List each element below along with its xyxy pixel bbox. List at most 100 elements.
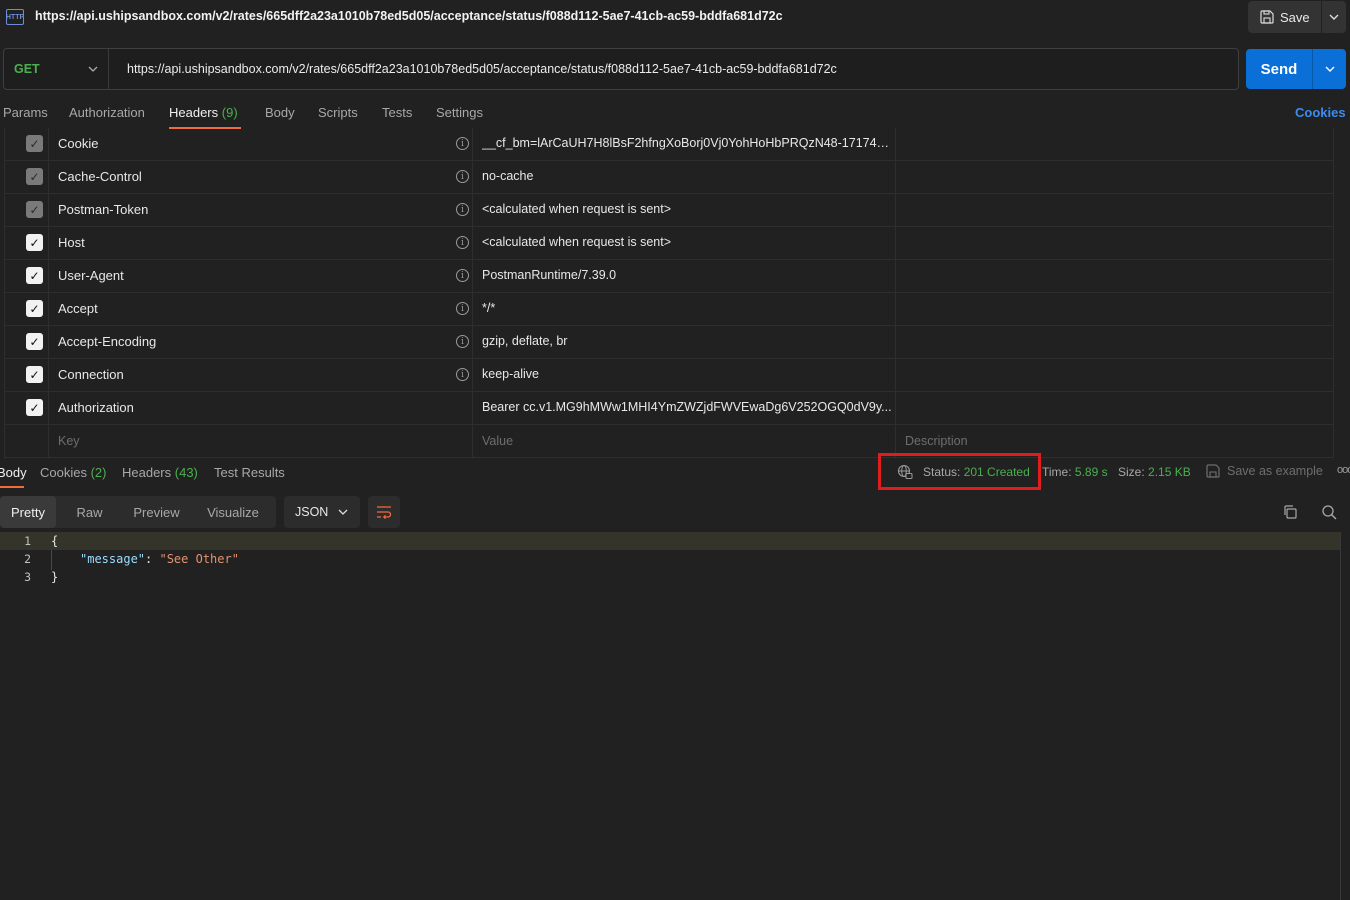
header-enabled-checkbox[interactable]: ✓ <box>26 168 43 185</box>
column-divider <box>4 425 5 457</box>
header-value[interactable]: <calculated when request is sent> <box>482 235 892 249</box>
new-header-row[interactable]: Key Value Description <box>4 425 1334 458</box>
header-row[interactable]: ✓ Connection i keep-alive <box>4 359 1334 392</box>
column-divider <box>48 194 49 226</box>
column-divider <box>1333 260 1334 292</box>
response-time[interactable]: Time: 5.89 s <box>1042 465 1108 479</box>
request-title[interactable]: https://api.ushipsandbox.com/v2/rates/66… <box>35 9 783 23</box>
resp-tab-body[interactable]: Body <box>0 465 27 480</box>
description-placeholder[interactable]: Description <box>905 434 968 448</box>
url-input[interactable] <box>109 62 1238 76</box>
editor-scrollbar[interactable] <box>1340 532 1341 900</box>
column-divider <box>48 392 49 424</box>
request-tabs: Params Authorization Headers (9) Body Sc… <box>0 98 1350 130</box>
time-value: 5.89 s <box>1074 465 1108 479</box>
header-row[interactable]: ✓ Cache-Control i no-cache <box>4 161 1334 194</box>
view-preview[interactable]: Preview <box>123 496 190 528</box>
header-enabled-checkbox[interactable]: ✓ <box>26 399 43 416</box>
header-key[interactable]: User-Agent <box>58 268 124 283</box>
header-value[interactable]: Bearer cc.v1.MG9hMWw1MHI4YmZWZjdFWVEwaDg… <box>482 400 892 414</box>
code-text: } <box>51 570 59 584</box>
header-row[interactable]: ✓ Accept-Encoding i gzip, deflate, br <box>4 326 1334 359</box>
tab-params[interactable]: Params <box>3 105 48 120</box>
status-indicator[interactable]: Status: 201 Created <box>878 453 1041 490</box>
tab-headers[interactable]: Headers (9) <box>169 105 238 120</box>
header-enabled-checkbox[interactable]: ✓ <box>26 267 43 284</box>
header-value[interactable]: no-cache <box>482 169 892 183</box>
header-row[interactable]: ✓ Accept i */* <box>4 293 1334 326</box>
search-icon[interactable] <box>1321 504 1337 520</box>
tab-body[interactable]: Body <box>265 105 295 120</box>
send-button[interactable]: Send <box>1246 49 1313 89</box>
save-as-example-button[interactable]: Save as example <box>1206 464 1323 478</box>
info-icon[interactable]: i <box>456 368 469 381</box>
resp-tab-cookies[interactable]: Cookies (2) <box>40 465 106 480</box>
save-button[interactable]: Save <box>1248 1 1322 33</box>
header-key[interactable]: Host <box>58 235 85 250</box>
tab-headers-label: Headers <box>169 105 219 120</box>
header-row[interactable]: ✓ Host i <calculated when request is sent> <box>4 227 1334 260</box>
view-visualize[interactable]: Visualize <box>190 496 276 528</box>
header-value[interactable]: keep-alive <box>482 367 892 381</box>
header-value[interactable]: <calculated when request is sent> <box>482 202 892 216</box>
info-icon[interactable]: i <box>456 335 469 348</box>
send-button-group: Send <box>1246 49 1346 89</box>
code-text: { <box>51 534 59 548</box>
globe-icon <box>897 464 913 479</box>
header-value[interactable]: */* <box>482 301 892 315</box>
header-row[interactable]: ✓ User-Agent i PostmanRuntime/7.39.0 <box>4 260 1334 293</box>
key-placeholder[interactable]: Key <box>58 434 80 448</box>
tab-tests[interactable]: Tests <box>382 105 412 120</box>
copy-icon[interactable] <box>1282 504 1298 520</box>
column-divider <box>1333 293 1334 325</box>
language-select[interactable]: JSON <box>284 496 360 528</box>
info-icon[interactable]: i <box>456 203 469 216</box>
header-value[interactable]: gzip, deflate, br <box>482 334 892 348</box>
header-key[interactable]: Accept-Encoding <box>58 334 156 349</box>
header-row[interactable]: ✓ Postman-Token i <calculated when request … <box>4 194 1334 227</box>
column-divider <box>1333 326 1334 358</box>
tab-authorization[interactable]: Authorization <box>69 105 145 120</box>
save-options-chevron-icon[interactable] <box>1322 1 1346 33</box>
header-key[interactable]: Accept <box>58 301 98 316</box>
header-key[interactable]: Cookie <box>58 136 98 151</box>
cookies-link[interactable]: Cookies <box>1295 105 1346 120</box>
resp-tab-headers[interactable]: Headers (43) <box>122 465 198 480</box>
header-key[interactable]: Authorization <box>58 400 134 415</box>
tab-scripts[interactable]: Scripts <box>318 105 358 120</box>
header-key[interactable]: Postman-Token <box>58 202 148 217</box>
view-pretty[interactable]: Pretty <box>0 496 56 528</box>
resp-tab-test-results[interactable]: Test Results <box>214 465 285 480</box>
header-row[interactable]: ✓ Cookie i __cf_bm=lArCaUH7H8lBsF2hfngXoBor… <box>4 128 1334 161</box>
value-placeholder[interactable]: Value <box>482 434 513 448</box>
column-divider <box>48 128 49 160</box>
send-options-chevron-icon[interactable] <box>1313 49 1346 89</box>
info-icon[interactable]: i <box>456 302 469 315</box>
info-icon[interactable]: i <box>456 137 469 150</box>
header-enabled-checkbox[interactable]: ✓ <box>26 234 43 251</box>
header-key[interactable]: Connection <box>58 367 124 382</box>
status-label: Status: <box>923 464 961 479</box>
wrap-lines-button[interactable] <box>368 496 400 528</box>
info-icon[interactable]: i <box>456 236 469 249</box>
tab-settings[interactable]: Settings <box>436 105 483 120</box>
header-row[interactable]: ✓ Authorization Bearer cc.v1.MG9hMWw1MHI4Y… <box>4 392 1334 425</box>
more-options-icon[interactable]: ooo <box>1337 464 1350 476</box>
header-enabled-checkbox[interactable]: ✓ <box>26 300 43 317</box>
wrap-lines-icon <box>377 506 392 519</box>
header-enabled-checkbox[interactable]: ✓ <box>26 201 43 218</box>
header-value[interactable]: __cf_bm=lArCaUH7H8lBsF2hfngXoBorj0Vj0Yoh… <box>482 136 892 150</box>
info-icon[interactable]: i <box>456 170 469 183</box>
response-body-editor[interactable]: 1 { 2 "message": "See Other" 3 } <box>0 532 1341 900</box>
column-divider <box>1333 425 1334 457</box>
info-icon[interactable]: i <box>456 269 469 282</box>
header-enabled-checkbox[interactable]: ✓ <box>26 366 43 383</box>
header-value[interactable]: PostmanRuntime/7.39.0 <box>482 268 892 282</box>
header-key[interactable]: Cache-Control <box>58 169 142 184</box>
response-size[interactable]: Size: 2.15 KB <box>1118 465 1191 479</box>
header-enabled-checkbox[interactable]: ✓ <box>26 135 43 152</box>
method-select[interactable]: GET <box>4 49 109 89</box>
header-enabled-checkbox[interactable]: ✓ <box>26 333 43 350</box>
column-divider <box>4 293 5 325</box>
view-raw[interactable]: Raw <box>56 496 123 528</box>
